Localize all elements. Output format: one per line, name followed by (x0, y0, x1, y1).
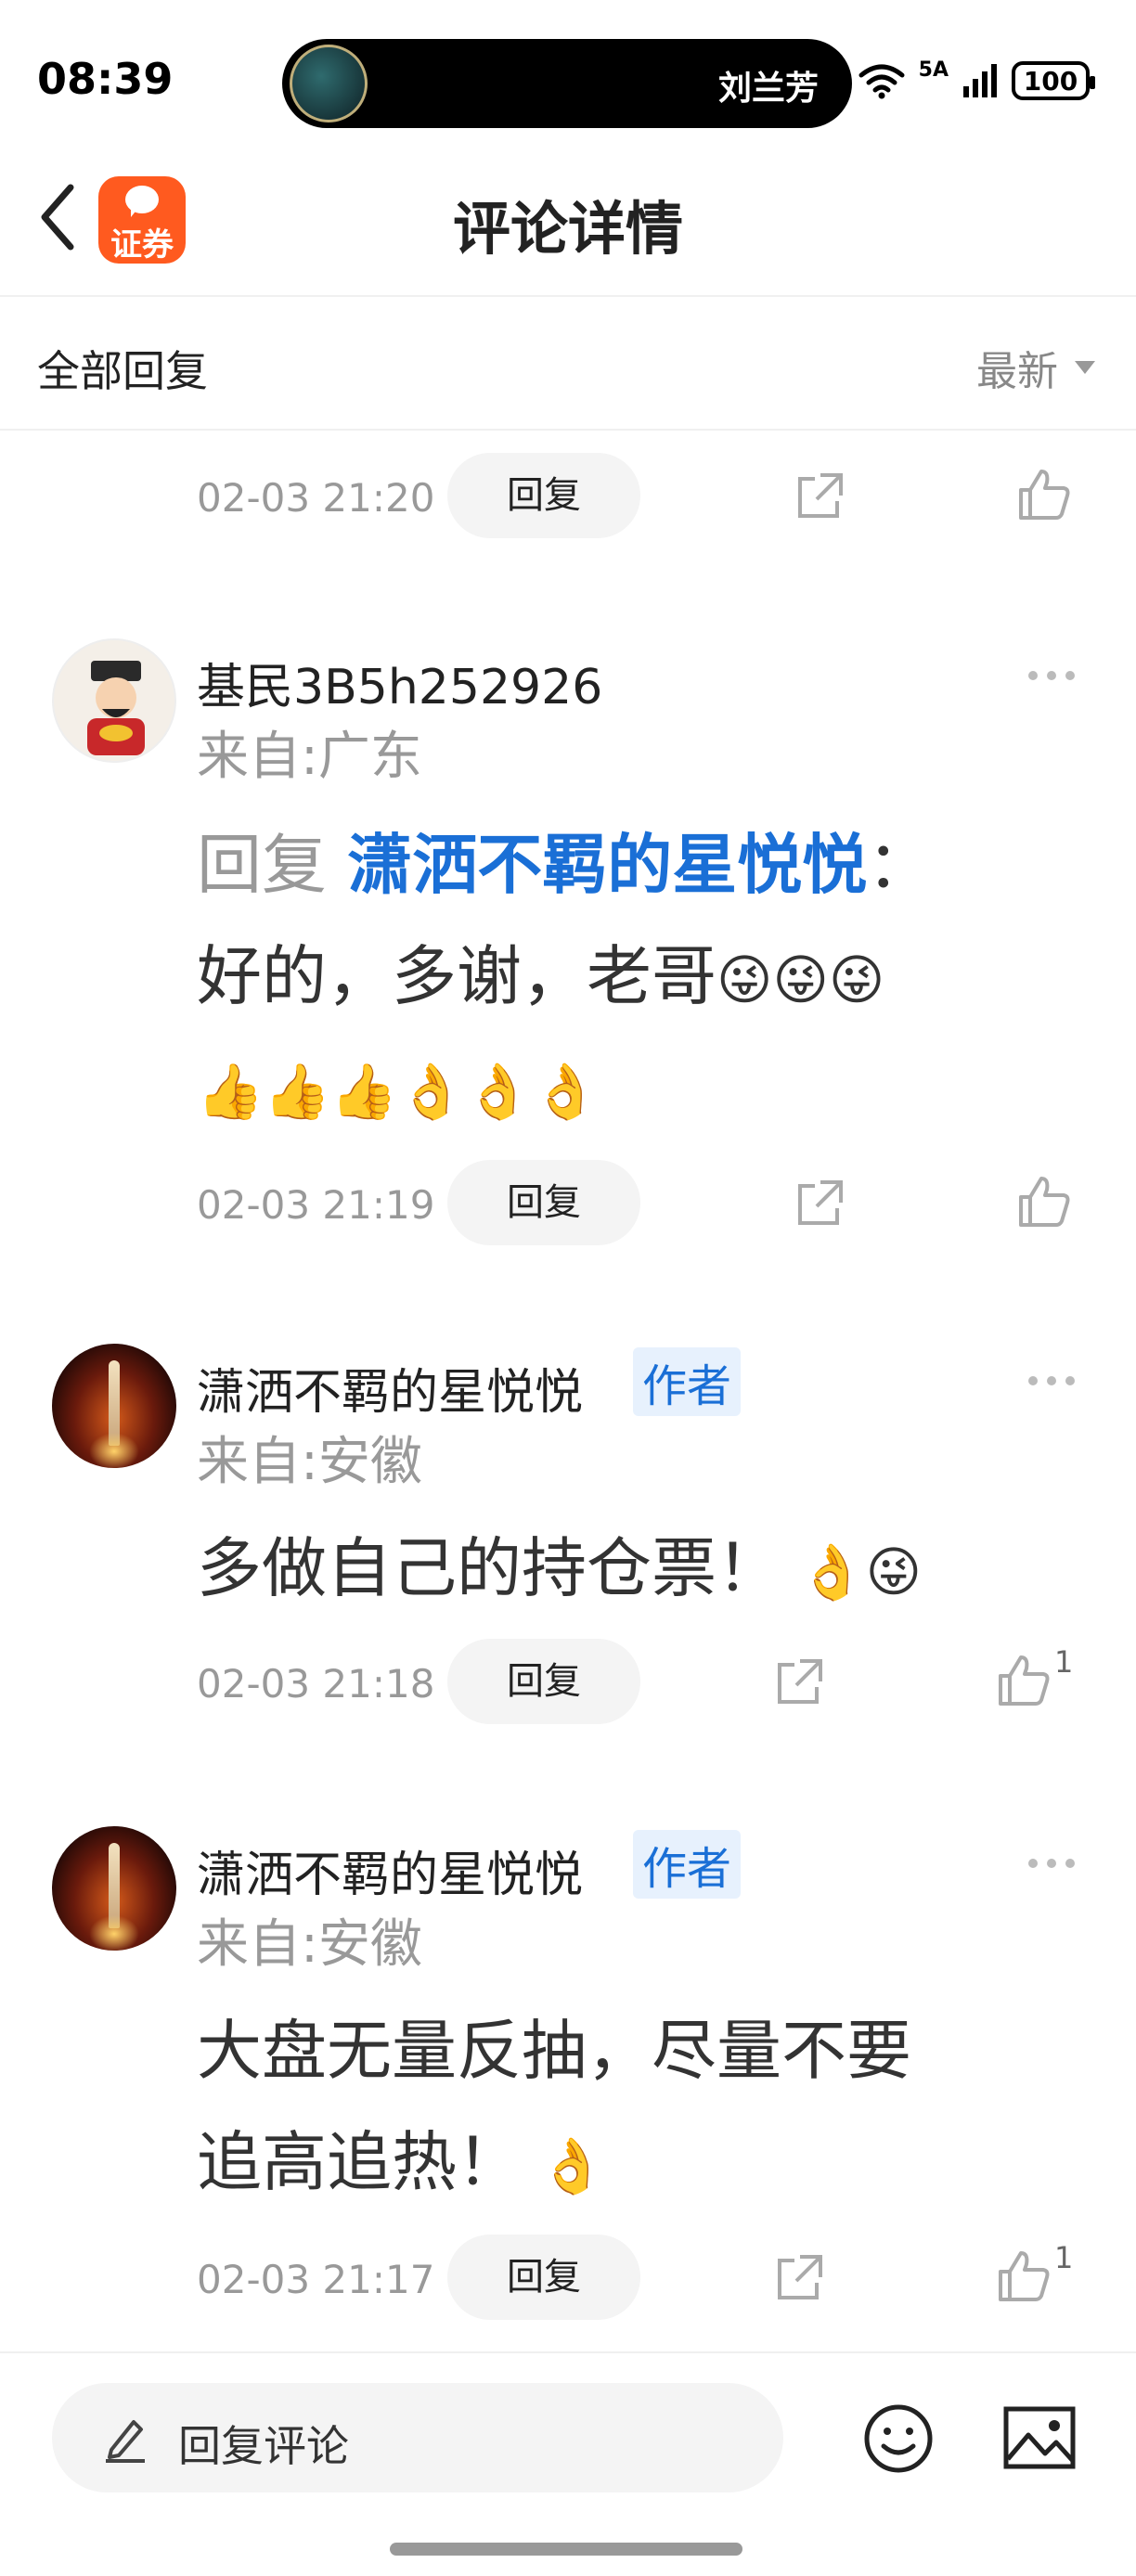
author-badge: 作者 (633, 1830, 742, 1899)
comment-time: 02-03 21:20 (197, 475, 435, 521)
like-count: 1 (1054, 1644, 1074, 1680)
comment-content: 大盘无量反抽，尽量不要 追高追热！ 👌 (197, 1995, 1051, 2222)
mention-link[interactable]: 潇洒不羁的星悦悦 (347, 827, 867, 903)
thumbs-up-icon[interactable] (1015, 1173, 1073, 1230)
status-time: 08:39 (37, 54, 174, 104)
share-icon[interactable] (772, 1654, 828, 1709)
sort-value: 最新 (976, 348, 1058, 395)
share-icon[interactable] (793, 1175, 848, 1230)
mention-colon: ： (867, 827, 933, 903)
battery-icon: 100 (1012, 61, 1095, 100)
comment-item: 潇洒不羁的星悦悦 作者 来自:安徽 多做自己的持仓票！ 👌😜 02-03 21:… (0, 1336, 1136, 1745)
nav-bar: 证券 评论详情 (0, 139, 1136, 297)
reply-button[interactable]: 回复 (447, 1160, 640, 1245)
image-icon[interactable] (1002, 2405, 1077, 2470)
comment-detail-page: 08:39 刘兰芳 5A 100 证券 评论详情 全部回复 最新 02-03 2… (0, 0, 1136, 2576)
comment-location: 来自:安徽 (197, 1914, 422, 1975)
comment-text-line: 追高追热！ (197, 2124, 522, 2200)
author-badge: 作者 (633, 1347, 742, 1416)
reply-comment-input[interactable]: 回复评论 (52, 2383, 783, 2492)
comment-username[interactable]: 潇洒不羁的星悦悦 (197, 1835, 583, 1905)
comment-location: 来自:广东 (197, 727, 422, 787)
comment-content: 多做自己的持仓票！ 👌😜 (197, 1513, 1051, 1628)
more-options-icon[interactable] (1028, 666, 1084, 680)
comment-item: 基民3B5h252926 来自:广东 回复 潇洒不羁的星悦悦： 好的，多谢，老哥… (0, 631, 1136, 1262)
user-avatar[interactable] (52, 638, 176, 763)
rocket-glow (89, 1915, 139, 1951)
thumbs-up-icon[interactable] (995, 2248, 1052, 2305)
more-options-icon[interactable] (1028, 1372, 1084, 1385)
comment-time: 02-03 21:18 (197, 1661, 435, 1707)
thumbs-up-icon[interactable] (1015, 466, 1073, 523)
filter-bar: 全部回复 最新 (0, 297, 1136, 431)
bottom-bar: 回复评论 (0, 2351, 1136, 2576)
pencil-icon (106, 2420, 145, 2463)
emoji-icon[interactable] (861, 2402, 936, 2476)
island-name: 刘兰芳 (717, 70, 819, 108)
status-bar: 08:39 刘兰芳 5A 100 (0, 0, 1136, 139)
sort-dropdown[interactable]: 最新 (976, 338, 1095, 397)
share-icon[interactable] (793, 468, 848, 523)
home-indicator[interactable] (390, 2543, 742, 2556)
wifi-icon (858, 64, 905, 99)
comment-time: 02-03 21:19 (197, 1182, 435, 1228)
hand-emoji-row: 👍👍👍👌👌👌 (197, 1060, 600, 1123)
user-avatar[interactable] (52, 1826, 176, 1951)
reply-placeholder: 回复评论 (178, 2421, 349, 2471)
caret-down-icon (1075, 361, 1095, 374)
fortune-god-avatar-icon (87, 661, 145, 755)
island-avatar (290, 45, 368, 122)
reply-button[interactable]: 回复 (447, 1639, 640, 1724)
comment-time: 02-03 21:17 (197, 2257, 435, 2302)
comment-text: 好的，多谢，老哥 (197, 938, 716, 1014)
wink-emoji: 😜😜😜 (716, 948, 885, 1011)
more-options-icon[interactable] (1028, 1854, 1084, 1868)
like-count: 1 (1054, 2240, 1074, 2275)
status-icons: 5A 100 (858, 58, 1095, 100)
comment-item: 02-03 21:20 回复 (0, 431, 1136, 570)
thumbs-up-icon[interactable] (995, 1652, 1052, 1709)
comment-text-line: 大盘无量反抽，尽量不要 (197, 2013, 911, 2089)
rocket-glow (89, 1433, 139, 1468)
share-icon[interactable] (772, 2249, 828, 2305)
network-label: 5A (918, 58, 949, 82)
signal-icon (963, 64, 997, 97)
comment-location: 来自:安徽 (197, 1432, 422, 1492)
reply-prefix: 回复 (197, 827, 327, 903)
all-replies-label: 全部回复 (37, 346, 208, 396)
emoji-group: 👌😜 (781, 1540, 923, 1604)
reply-button[interactable]: 回复 (447, 2235, 640, 2320)
ok-hand-emoji: 👌 (522, 2134, 606, 2197)
user-avatar[interactable] (52, 1344, 176, 1468)
reply-button[interactable]: 回复 (447, 453, 640, 538)
comment-text: 多做自己的持仓票！ (197, 1530, 781, 1606)
comment-username[interactable]: 潇洒不羁的星悦悦 (197, 1353, 583, 1423)
comment-username[interactable]: 基民3B5h252926 (197, 648, 602, 717)
page-title: 评论详情 (452, 195, 683, 263)
comment-item: 潇洒不羁的星悦悦 作者 来自:安徽 大盘无量反抽，尽量不要 追高追热！ 👌 02… (0, 1819, 1136, 2338)
comment-content: 回复 潇洒不羁的星悦悦： 好的，多谢，老哥😜😜😜 👍👍👍👌👌👌 (197, 809, 1051, 1147)
dynamic-island[interactable]: 刘兰芳 (282, 39, 852, 128)
